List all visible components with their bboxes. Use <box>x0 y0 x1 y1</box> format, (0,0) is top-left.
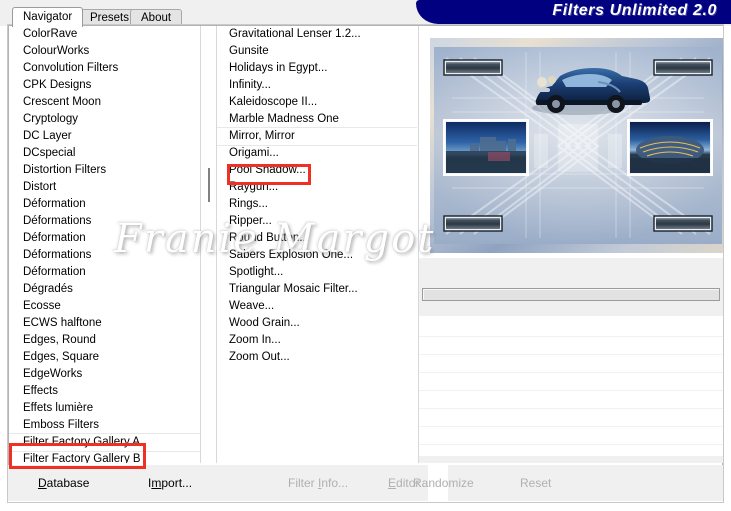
list-item[interactable]: Mirror, Mirror <box>217 127 417 146</box>
list-item[interactable]: Déformations <box>9 213 200 230</box>
list-item[interactable]: Effets lumière <box>9 400 200 417</box>
import-button[interactable]: Import... <box>148 474 192 492</box>
list-item[interactable]: Effects <box>9 383 200 400</box>
list-item[interactable]: Déformation <box>9 230 200 247</box>
parameter-row-separator <box>419 390 723 391</box>
parameter-row-separator <box>419 354 723 355</box>
list-item[interactable]: ECWS halftone <box>9 315 200 332</box>
list-item[interactable]: Infinity... <box>217 77 417 94</box>
list-item[interactable]: Marble Madness One <box>217 111 417 128</box>
list-item[interactable]: Edges, Square <box>9 349 200 366</box>
parameter-row-separator <box>419 372 723 373</box>
list-item[interactable]: Distort <box>9 179 200 196</box>
list-item[interactable]: Weave... <box>217 298 417 315</box>
list-item[interactable]: Ecosse <box>9 298 200 315</box>
parameter-row-separator <box>419 408 723 409</box>
list-item[interactable]: Edges, Round <box>9 332 200 349</box>
randomize-button[interactable]: Randomize <box>413 474 474 492</box>
toolbar-group-right <box>448 465 723 501</box>
list-item[interactable]: Filter Factory Gallery B <box>9 451 200 463</box>
list-item[interactable]: Sabers Explosion One... <box>217 247 417 264</box>
list-item[interactable]: CPK Designs <box>9 77 200 94</box>
filter-info-button-label: nfo... <box>321 476 349 490</box>
list-item[interactable]: Zoom In... <box>217 332 417 349</box>
column-divider-1 <box>200 26 201 463</box>
list-item[interactable]: ColourWorks <box>9 43 200 60</box>
parameter-row-separator <box>419 426 723 427</box>
list-item[interactable]: Raygun... <box>217 179 417 196</box>
bottom-toolbar: Database Import... Filter Info... Editor… <box>8 465 723 501</box>
list-item[interactable]: Holidays in Egypt... <box>217 60 417 77</box>
filter-category-list[interactable]: ColorRave ColourWorks Convolution Filters C… <box>9 26 200 463</box>
import-button-label: port... <box>161 476 193 490</box>
list-item[interactable]: Triangular Mosaic Filter... <box>217 281 417 298</box>
list-item[interactable]: DCspecial <box>9 145 200 162</box>
category-list-scrollbar-thumb[interactable] <box>208 168 210 202</box>
parameter-row-separator <box>419 444 723 445</box>
list-item[interactable]: EdgeWorks <box>9 366 200 383</box>
filter-list[interactable]: Gravitational Lenser 1.2... Gunsite Holida… <box>217 26 417 463</box>
list-item[interactable]: Dégradés <box>9 281 200 298</box>
list-item[interactable]: Distortion Filters <box>9 162 200 179</box>
list-item[interactable]: DC Layer <box>9 128 200 145</box>
parameter-row-separator <box>419 336 723 337</box>
preview-panel <box>419 26 723 463</box>
list-item[interactable]: Crescent Moon <box>9 94 200 111</box>
tab-about[interactable]: About <box>130 9 183 26</box>
database-button[interactable]: Database <box>38 474 89 492</box>
app-title: Filters Unlimited 2.0 <box>552 2 717 19</box>
filters-unlimited-window: Filters Unlimited 2.0 Navigator Presets … <box>0 0 731 511</box>
main-panel: ColorRave ColourWorks Convolution Filters C… <box>8 25 723 492</box>
list-item[interactable]: Zoom Out... <box>217 349 417 366</box>
list-item[interactable]: Gunsite <box>217 43 417 60</box>
list-item[interactable]: Convolution Filters <box>9 60 200 77</box>
list-item[interactable]: ColorRave <box>9 26 200 43</box>
list-item[interactable]: Spotlight... <box>217 264 417 281</box>
list-item[interactable]: Round Button... <box>217 230 417 247</box>
list-item[interactable]: Origami... <box>217 145 417 162</box>
list-item[interactable]: Filter Factory Gallery A <box>9 433 200 452</box>
database-button-label: atabase <box>46 476 90 490</box>
list-item[interactable]: Ripper... <box>217 213 417 230</box>
reset-button[interactable]: Reset <box>520 474 551 492</box>
list-item[interactable]: Gravitational Lenser 1.2... <box>217 26 417 43</box>
preview-render <box>430 38 723 253</box>
list-item[interactable]: Déformation <box>9 196 200 213</box>
filter-info-button[interactable]: Filter Info... <box>288 474 348 492</box>
tab-strip: Navigator Presets About <box>0 7 470 27</box>
list-item[interactable]: Emboss Filters <box>9 417 200 434</box>
list-item[interactable]: Wood Grain... <box>217 315 417 332</box>
filter-preview-image[interactable] <box>430 38 723 253</box>
list-item[interactable]: Déformation <box>9 264 200 281</box>
list-item[interactable]: Cryptology <box>9 111 200 128</box>
parameter-area-footer <box>419 456 723 463</box>
list-item[interactable]: Déformations <box>9 247 200 264</box>
tab-navigator[interactable]: Navigator <box>12 7 84 27</box>
parameter-slider-track[interactable] <box>422 288 720 301</box>
parameter-area <box>419 258 723 316</box>
list-item[interactable]: Pool Shadow... <box>217 162 417 179</box>
list-item[interactable]: Kaleidoscope II... <box>217 94 417 111</box>
list-item[interactable]: Rings... <box>217 196 417 213</box>
